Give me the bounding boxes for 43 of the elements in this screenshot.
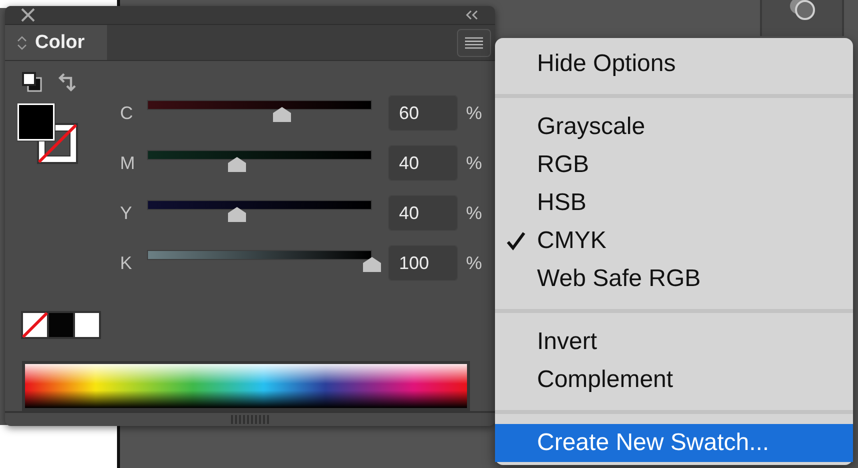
menu-item[interactable]: Create New Swatch... xyxy=(495,424,853,462)
percent-label: % xyxy=(466,202,482,224)
color-tab[interactable]: Color xyxy=(5,24,107,60)
collapse-icon[interactable] xyxy=(465,10,479,20)
value-field[interactable]: 100 xyxy=(388,245,458,282)
menu-item[interactable]: CMYK xyxy=(495,222,853,260)
percent-label: % xyxy=(466,252,482,274)
slider-label: C xyxy=(119,102,134,124)
color-spectrum[interactable] xyxy=(22,361,470,412)
menu-button[interactable] xyxy=(457,28,491,57)
percent-label: % xyxy=(466,102,482,124)
value-field[interactable]: 40 xyxy=(388,145,458,182)
slider-thumb[interactable] xyxy=(228,207,246,222)
slider-track[interactable] xyxy=(147,250,372,260)
fill-stroke-drawing[interactable] xyxy=(17,103,79,166)
quick-swatches-drawing[interactable] xyxy=(21,311,101,340)
circles-icon[interactable] xyxy=(788,0,818,22)
menu-item[interactable]: Invert xyxy=(495,323,853,361)
value-field[interactable]: 60 xyxy=(388,95,458,132)
resize-grip-icon[interactable] xyxy=(231,415,269,424)
slider-thumb[interactable] xyxy=(273,107,291,122)
slider-label: Y xyxy=(119,202,134,224)
menu-item[interactable]: Grayscale xyxy=(495,108,853,146)
slider-thumb[interactable] xyxy=(228,157,246,172)
checkmark-icon xyxy=(506,231,526,251)
percent-label: % xyxy=(466,152,482,174)
menu-item[interactable]: HSB xyxy=(495,184,853,222)
menu-item[interactable]: RGB xyxy=(495,146,853,184)
close-icon[interactable] xyxy=(21,8,35,22)
up-down-icon xyxy=(17,34,27,51)
default-colors-icon[interactable] xyxy=(21,71,43,94)
slider-track[interactable] xyxy=(147,200,372,210)
swap-arrow-icon[interactable] xyxy=(57,71,79,94)
slider-track[interactable] xyxy=(147,100,372,110)
menu-item[interactable]: Complement xyxy=(495,361,853,399)
menu-item[interactable]: Hide Options xyxy=(495,45,853,83)
menu-icon xyxy=(465,36,483,49)
value-field[interactable]: 40 xyxy=(388,195,458,232)
menu-item[interactable]: Web Safe RGB xyxy=(495,260,853,298)
slider-label: K xyxy=(119,252,134,274)
slider-thumb[interactable] xyxy=(363,257,381,272)
slider-track[interactable] xyxy=(147,150,372,160)
slider-label: M xyxy=(119,152,136,174)
